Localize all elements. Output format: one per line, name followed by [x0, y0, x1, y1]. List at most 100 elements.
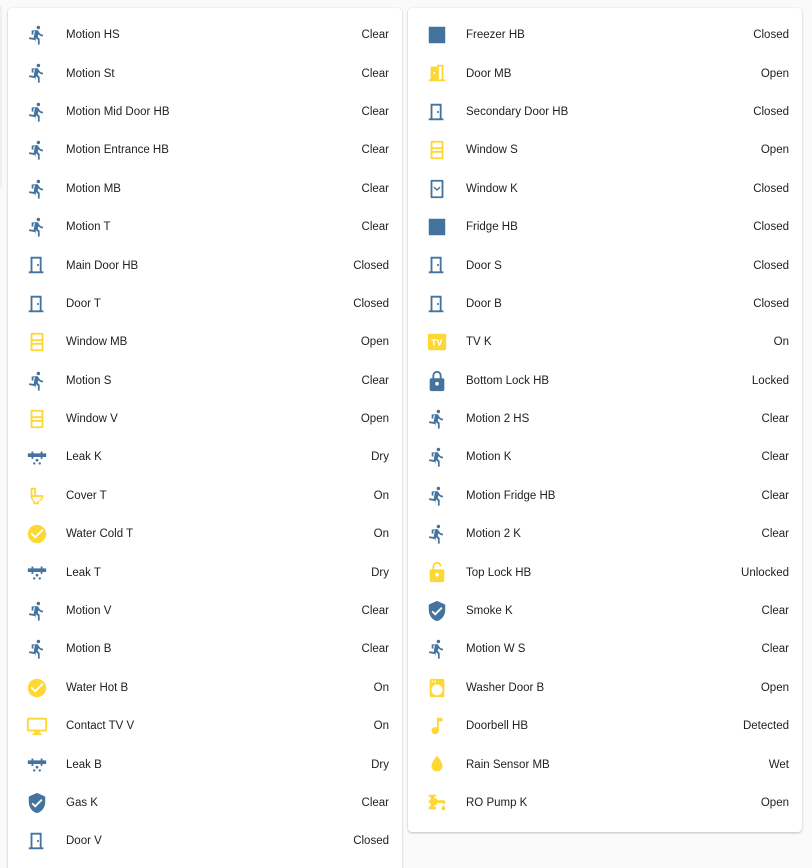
window-open-icon: [426, 139, 448, 161]
entity-name: Window MB: [66, 336, 128, 349]
entity-row[interactable]: Motion W S Clear: [408, 630, 802, 668]
entity-row[interactable]: Rain Sensor MB Wet: [408, 745, 802, 783]
water-drop-icon: [426, 753, 448, 775]
entity-state: Clear: [761, 451, 789, 464]
entity-row[interactable]: Bottom Lock HB Locked: [408, 362, 802, 400]
entity-row[interactable]: Window V Open: [8, 400, 402, 438]
entity-row[interactable]: Motion B Clear: [8, 630, 402, 668]
entity-state: Closed: [753, 182, 789, 195]
entity-name: Motion St: [66, 67, 115, 80]
entity-state: Clear: [361, 29, 389, 42]
entity-state: On: [373, 528, 389, 541]
entity-state: Clear: [361, 643, 389, 656]
entity-name: Rain Sensor MB: [466, 758, 550, 771]
entity-row[interactable]: Motion K Clear: [408, 438, 802, 476]
walk-icon: [426, 485, 448, 507]
walk-icon: [26, 638, 48, 660]
entity-name: Window S: [466, 144, 518, 157]
window-open-icon: [26, 331, 48, 353]
entity-row[interactable]: Door MB Open: [408, 54, 802, 92]
entity-row[interactable]: Water Cold T On: [8, 515, 402, 553]
entity-name: Motion Fridge HB: [466, 489, 556, 502]
lock-icon: [426, 370, 448, 392]
entity-row[interactable]: Water Hot B On: [8, 669, 402, 707]
window-closed-icon: [426, 178, 448, 200]
entity-row[interactable]: Fridge HB Closed: [408, 208, 802, 246]
entity-state: Closed: [353, 297, 389, 310]
entity-row[interactable]: Freezer HB Closed: [408, 16, 802, 54]
entity-name: Motion MB: [66, 182, 121, 195]
square-icon: [426, 24, 448, 46]
entity-name: RO Pump K: [466, 797, 528, 809]
entity-row[interactable]: Window K Closed: [408, 170, 802, 208]
entity-row[interactable]: Window MB Open: [8, 323, 402, 361]
entity-row[interactable]: Door T Closed: [8, 285, 402, 323]
entity-state: Clear: [761, 528, 789, 541]
entity-name: Bottom Lock HB: [466, 374, 550, 387]
walk-icon: [426, 638, 448, 660]
entity-name: Door B: [466, 297, 502, 310]
pipe-leak-icon: [26, 753, 48, 775]
monitor-icon: [26, 715, 48, 737]
entity-name: Window V: [66, 413, 118, 426]
entity-row[interactable]: Motion V Clear: [8, 592, 402, 630]
entity-row[interactable]: Leak K Dry: [8, 438, 402, 476]
walk-icon: [26, 24, 48, 46]
window-open-icon: [26, 408, 48, 430]
door-open-icon: [426, 62, 448, 84]
entity-row[interactable]: Motion S Clear: [8, 362, 402, 400]
walk-icon: [26, 216, 48, 238]
walk-icon: [426, 523, 448, 545]
entity-row[interactable]: Motion T Clear: [8, 208, 402, 246]
entity-state: Clear: [361, 105, 389, 118]
entity-state: Closed: [753, 297, 789, 310]
entity-row[interactable]: Motion MB Clear: [8, 170, 402, 208]
entity-row[interactable]: Smoke K Clear: [408, 592, 802, 630]
walk-icon: [26, 139, 48, 161]
entity-name: Motion HS: [66, 29, 120, 42]
entity-row[interactable]: Door V Closed: [8, 822, 402, 860]
entity-row[interactable]: Door B Closed: [408, 285, 802, 323]
entity-row[interactable]: Leak T Dry: [8, 553, 402, 591]
entity-state: Clear: [361, 221, 389, 234]
entity-row[interactable]: Motion Mid Door HB Clear: [8, 93, 402, 131]
entity-row[interactable]: Gas K Clear: [8, 784, 402, 822]
entity-row[interactable]: Motion 2 K Clear: [408, 515, 802, 553]
entity-name: Top Lock HB: [466, 566, 532, 579]
shield-check-icon: [426, 600, 448, 622]
door-closed-icon: [26, 830, 48, 852]
entity-state: Dry: [371, 758, 389, 771]
entity-name: Motion V: [66, 605, 112, 618]
entity-row[interactable]: Door S Closed: [408, 246, 802, 284]
entity-row[interactable]: Cover T On: [8, 477, 402, 515]
entity-row[interactable]: Leak B Dry: [8, 745, 402, 783]
entity-row[interactable]: Doorbell HB Detected: [408, 707, 802, 745]
entity-row[interactable]: Contact TV V On: [8, 707, 402, 745]
entity-state: Open: [360, 413, 389, 426]
square-icon: [426, 216, 448, 238]
entity-row[interactable]: Motion HS Clear: [8, 16, 402, 54]
entity-row[interactable]: Motion St Clear: [8, 54, 402, 92]
entity-row[interactable]: TV K On: [408, 323, 802, 361]
entity-row[interactable]: Secondary Door HB Closed: [408, 93, 802, 131]
entity-row[interactable]: Washer Door B Open: [408, 669, 802, 707]
entity-row[interactable]: RO Pump K Open: [408, 784, 802, 822]
entity-state: Clear: [361, 797, 389, 809]
door-closed-icon: [426, 254, 448, 276]
toilet-icon: [26, 485, 48, 507]
entity-row[interactable]: Top Lock HB Unlocked: [408, 553, 802, 591]
entity-state: Open: [760, 144, 789, 157]
entity-row[interactable]: Motion Entrance HB Clear: [8, 131, 402, 169]
entity-row[interactable]: Window S Open: [408, 131, 802, 169]
entity-row[interactable]: Motion 2 HS Clear: [408, 400, 802, 438]
entity-state: Clear: [761, 413, 789, 426]
entity-state: On: [773, 336, 789, 349]
music-note-icon: [426, 715, 448, 737]
entity-state: Closed: [753, 29, 789, 42]
entity-row[interactable]: Main Door HB Closed: [8, 246, 402, 284]
entity-row[interactable]: Motion Fridge HB Clear: [408, 477, 802, 515]
entity-name: Door MB: [466, 67, 512, 80]
entities-card-left: Motion HS Clear Motion St Clear Motion Mid D…: [8, 8, 402, 868]
entity-state: On: [373, 681, 389, 694]
entity-name: Smoke K: [466, 605, 513, 618]
